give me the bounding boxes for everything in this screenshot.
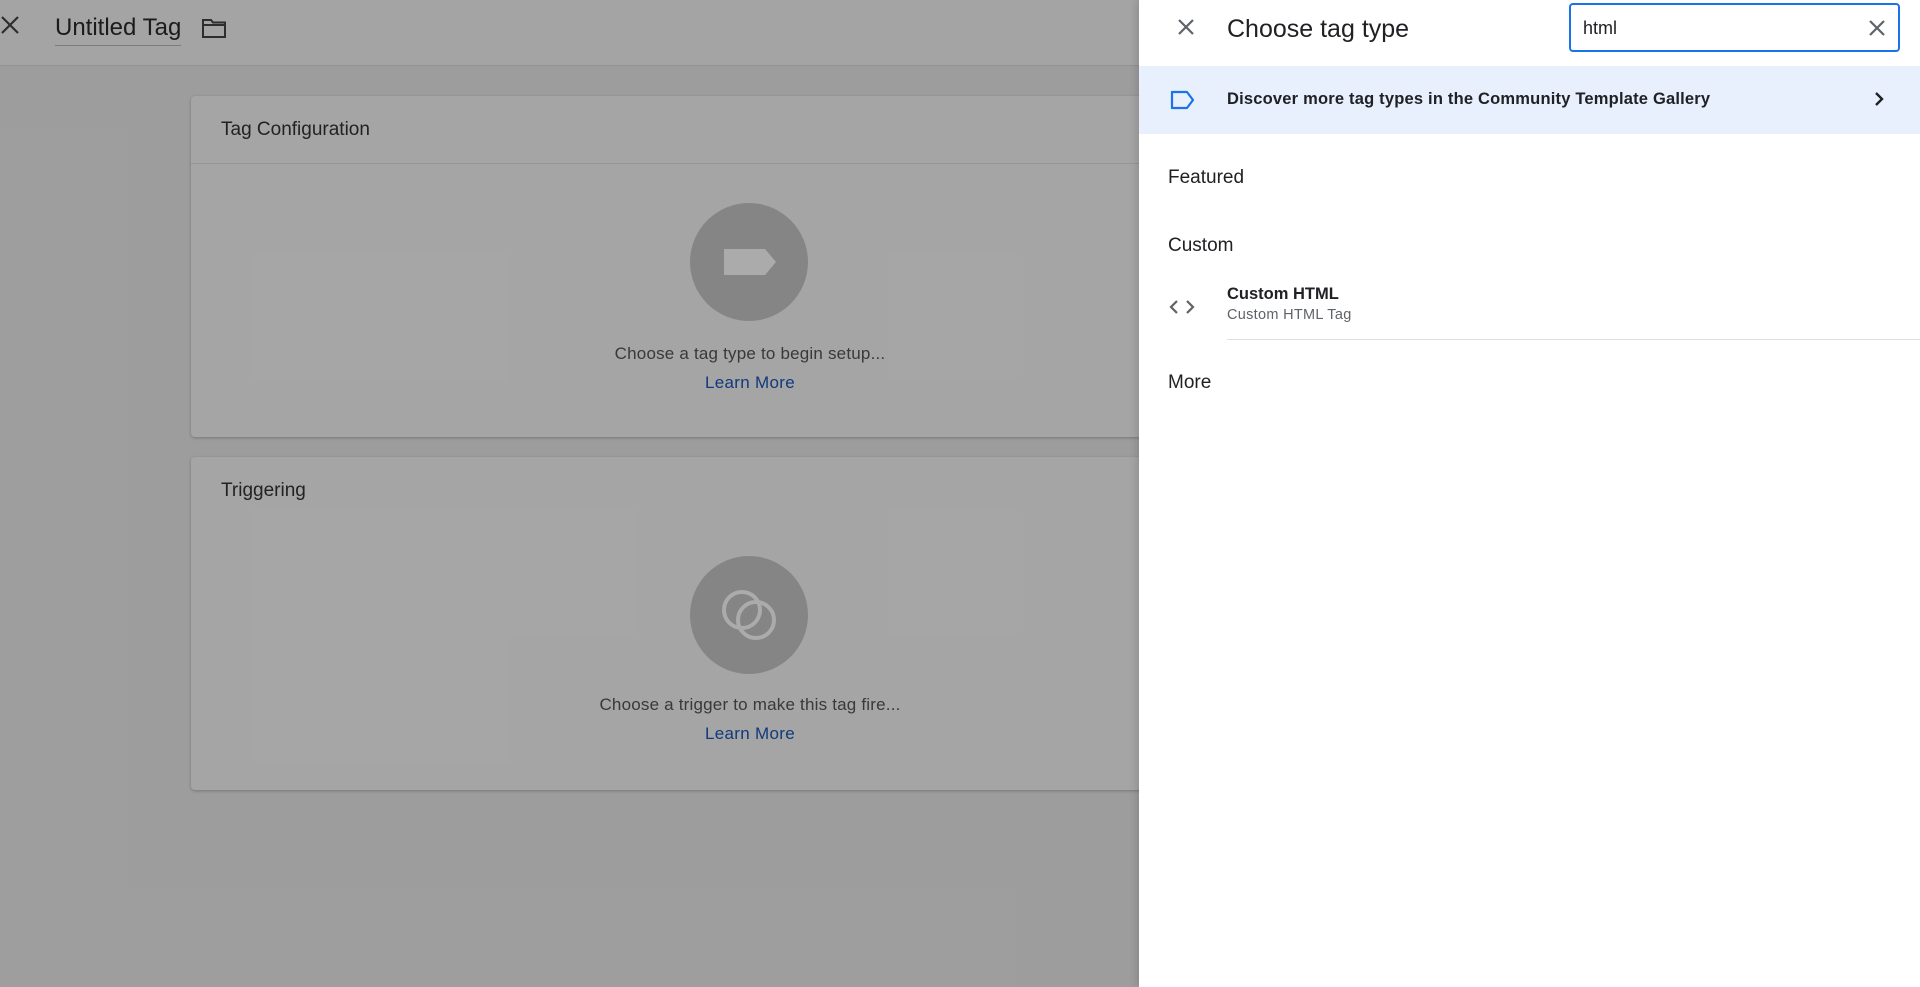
tag-outline-icon	[1170, 90, 1196, 110]
section-featured: Featured	[1168, 167, 1245, 188]
chevron-right-icon	[1869, 89, 1889, 109]
clear-icon[interactable]	[1865, 16, 1889, 40]
list-item-subtitle: Custom HTML Tag	[1227, 307, 1352, 323]
divider	[1227, 339, 1920, 340]
panel-title: Choose tag type	[1227, 15, 1410, 43]
modal-scrim[interactable]	[0, 0, 1139, 987]
choose-tag-type-panel: Choose tag type Discover more tag types …	[1139, 0, 1920, 987]
community-template-gallery-banner[interactable]: Discover more tag types in the Community…	[1139, 66, 1920, 134]
section-more: More	[1168, 372, 1212, 393]
search-input[interactable]	[1583, 15, 1853, 41]
list-item-title: Custom HTML	[1227, 285, 1339, 303]
section-custom: Custom	[1168, 235, 1234, 256]
gallery-banner-text: Discover more tag types in the Community…	[1227, 90, 1711, 108]
search-box	[1569, 3, 1900, 52]
code-icon	[1168, 295, 1196, 319]
list-item-custom-html[interactable]: Custom HTML Custom HTML Tag	[1139, 278, 1920, 340]
close-icon[interactable]	[1173, 14, 1199, 40]
